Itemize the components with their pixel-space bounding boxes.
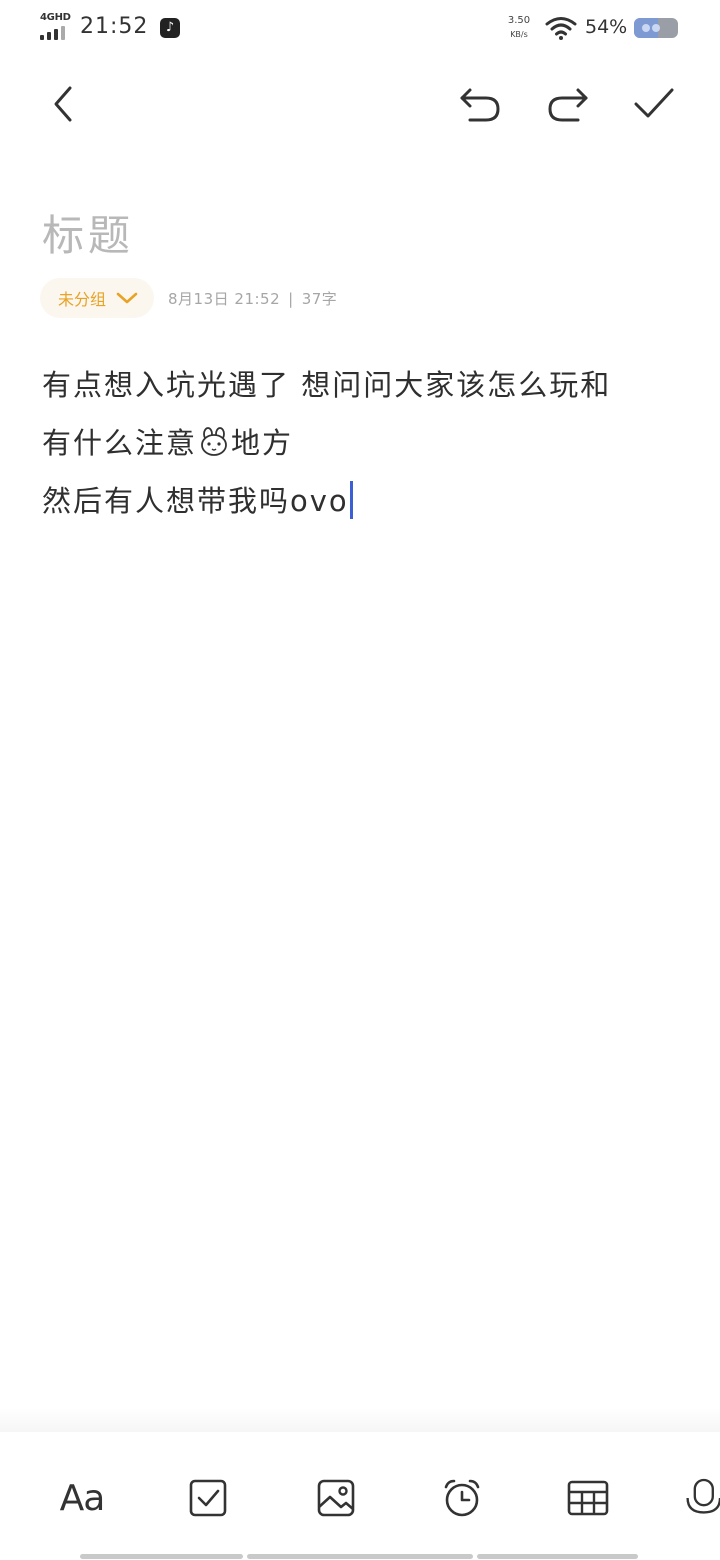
back-button[interactable] — [32, 72, 96, 136]
reminder-button[interactable] — [432, 1470, 492, 1526]
note-line-text: 然后有人想带我吗ovo — [42, 484, 349, 518]
redo-icon — [548, 88, 588, 122]
note-line: 有什么注意 地方 — [42, 414, 682, 472]
status-bar: 4GHD 21:52 ♪ 3.50 KB/s 54% — [0, 0, 720, 56]
checkbox-icon — [189, 1479, 227, 1517]
nav-indicator — [80, 1554, 243, 1559]
note-line: 然后有人想带我吗ovo — [42, 472, 682, 530]
editor-toolbar — [0, 72, 720, 136]
net-speed-value: 3.50 — [507, 15, 531, 26]
insert-image-button[interactable] — [306, 1470, 366, 1526]
bottom-toolbar-divider — [0, 1408, 720, 1432]
text-format-label: Aa — [59, 1477, 106, 1519]
meta-divider: | — [288, 289, 294, 308]
note-date: 8月13日 21:52 — [168, 289, 281, 308]
chevron-down-icon — [116, 292, 138, 304]
bunny-emoji-icon — [201, 427, 227, 456]
nav-indicator — [247, 1554, 473, 1559]
wifi-icon — [545, 17, 577, 40]
note-info: 8月13日 21:52 | 37字 — [168, 288, 337, 309]
signal-icon: 4GHD — [40, 12, 72, 40]
char-count: 37字 — [301, 289, 338, 308]
image-icon — [317, 1479, 355, 1517]
back-icon — [54, 86, 72, 122]
note-title-placeholder[interactable]: 标题 — [42, 202, 134, 263]
checklist-button[interactable] — [178, 1470, 238, 1526]
note-body[interactable]: 有点想入坑光遇了 想问问大家该怎么玩和 有什么注意 地方 然后有人想带我吗ovo — [42, 356, 682, 530]
undo-icon — [460, 88, 500, 122]
note-line-text: 地方 — [231, 426, 294, 460]
group-selector[interactable]: 未分组 — [40, 278, 155, 318]
note-line-text: 有什么注意 — [42, 426, 198, 460]
text-caret — [349, 481, 353, 519]
insert-table-button[interactable] — [558, 1470, 618, 1526]
battery-icon — [634, 18, 678, 38]
network-type: 4GHD — [40, 12, 71, 23]
microphone-icon — [686, 1478, 720, 1514]
voice-input-button[interactable] — [684, 1470, 720, 1526]
redo-button[interactable] — [536, 72, 600, 136]
net-speed-unit: KB/s — [510, 30, 528, 39]
tiktok-icon: ♪ — [160, 18, 180, 38]
battery-percent: 54% — [585, 16, 628, 38]
note-line: 有点想入坑光遇了 想问问大家该怎么玩和 — [42, 368, 612, 402]
table-icon — [567, 1480, 609, 1516]
undo-button[interactable] — [448, 72, 512, 136]
text-format-button[interactable]: Aa — [52, 1470, 112, 1526]
clock: 21:52 — [80, 14, 149, 39]
check-icon — [634, 88, 674, 118]
alarm-icon — [444, 1479, 480, 1517]
save-button[interactable] — [622, 72, 686, 136]
net-speed: 3.50 KB/s — [502, 14, 536, 42]
note-meta: 未分组 8月13日 21:52 | 37字 — [40, 278, 337, 318]
nav-indicator — [477, 1554, 638, 1559]
group-label: 未分组 — [58, 290, 107, 309]
